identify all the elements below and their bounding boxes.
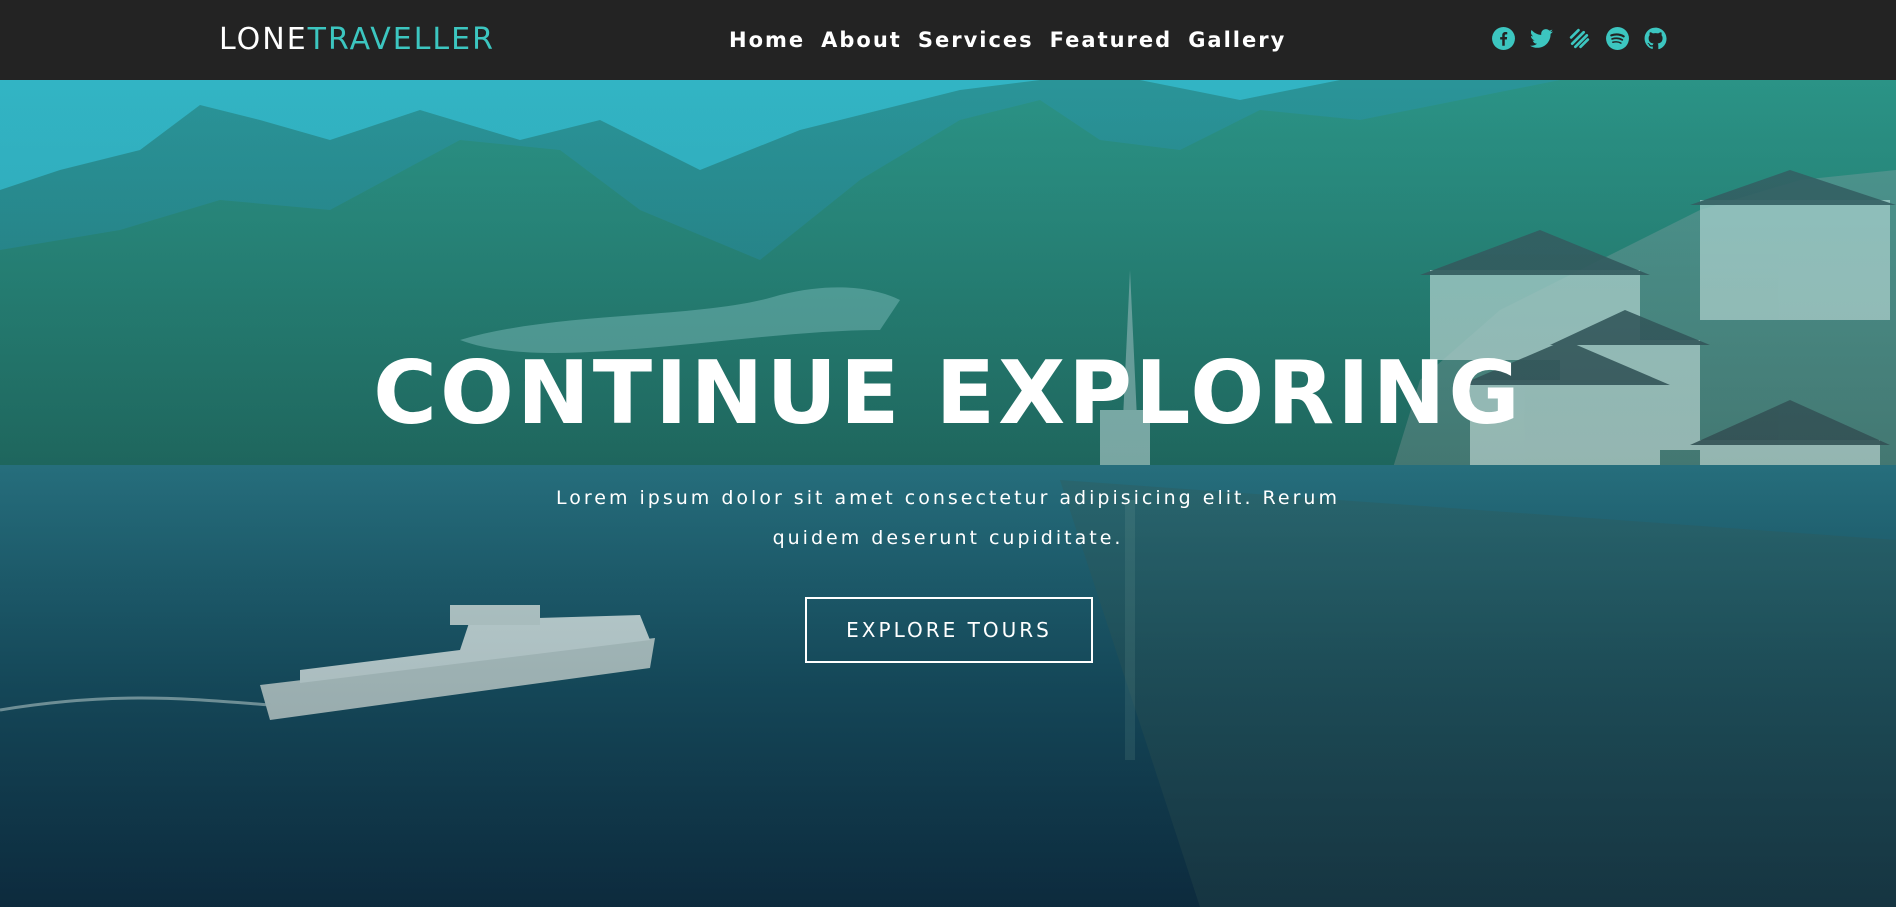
explore-tours-button[interactable]: EXPLORE TOURS xyxy=(805,597,1093,663)
logo-part-traveller: TRAVELLER xyxy=(307,22,495,57)
nav-link-about[interactable]: About xyxy=(821,22,902,58)
logo-part-lone: LONE xyxy=(219,22,308,57)
hero-section: CONTINUE EXPLORING Lorem ipsum dolor sit… xyxy=(0,80,1896,907)
hero-title: CONTINUE EXPLORING xyxy=(373,342,1523,444)
nav-links: Home About Services Featured Gallery xyxy=(729,22,1286,58)
facebook-icon[interactable] xyxy=(1491,26,1516,51)
social-links xyxy=(1491,26,1668,51)
logo[interactable]: LONETRAVELLER xyxy=(219,20,495,60)
spotify-icon[interactable] xyxy=(1605,26,1630,51)
nav-link-gallery[interactable]: Gallery xyxy=(1188,22,1286,58)
navbar: LONETRAVELLER Home About Services Featur… xyxy=(0,0,1896,80)
hero-subtitle: Lorem ipsum dolor sit amet consectetur a… xyxy=(556,487,1340,549)
nav-link-services[interactable]: Services xyxy=(918,22,1034,58)
nav-link-featured[interactable]: Featured xyxy=(1050,22,1173,58)
github-icon[interactable] xyxy=(1643,26,1668,51)
squarespace-icon[interactable] xyxy=(1567,26,1592,51)
nav-link-home[interactable]: Home xyxy=(729,22,805,58)
twitter-icon[interactable] xyxy=(1529,26,1554,51)
